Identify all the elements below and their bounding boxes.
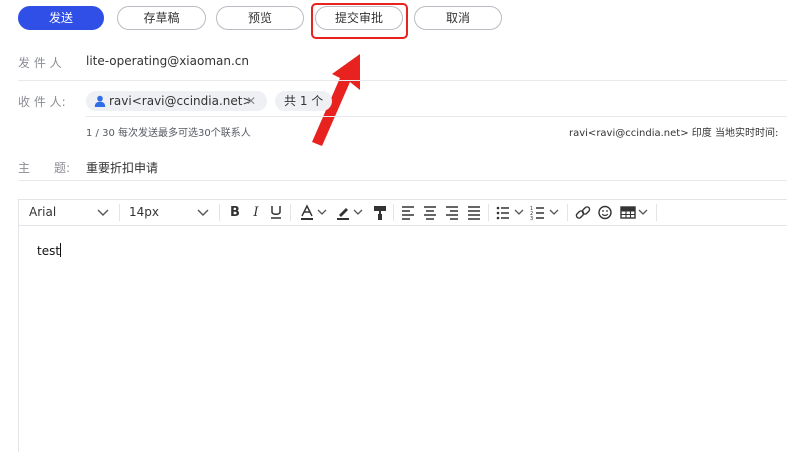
user-icon: [94, 95, 106, 107]
annotation-highlight-box: [311, 3, 408, 39]
emoji-icon[interactable]: [596, 204, 614, 221]
sender-address[interactable]: lite-operating@xiaoman.cn: [86, 54, 249, 68]
table-icon[interactable]: [619, 204, 651, 221]
editor-text-line: test: [37, 243, 62, 258]
subject-input[interactable]: 重要折扣申请: [86, 159, 158, 176]
toolbar-divider: [119, 204, 120, 221]
divider: [86, 116, 787, 117]
svg-text:3: 3: [530, 216, 533, 221]
toolbar-divider: [290, 204, 291, 221]
align-right-icon[interactable]: [443, 204, 461, 221]
editor-body[interactable]: test: [18, 226, 787, 452]
toolbar-divider: [567, 204, 568, 221]
editor-toolbar: Arial 14px B I 123: [18, 199, 787, 226]
text-color-icon[interactable]: [299, 204, 329, 221]
italic-icon[interactable]: I: [247, 204, 265, 221]
toolbar-divider: [656, 204, 657, 221]
font-size-value: 14px: [129, 205, 159, 219]
font-size-select[interactable]: 14px: [129, 200, 215, 225]
font-family-value: Arial: [29, 205, 57, 219]
bulleted-list-icon[interactable]: [495, 204, 527, 221]
recipient-count-chip[interactable]: 共 1 个: [275, 91, 332, 111]
editor-text: test: [37, 244, 61, 258]
recipient-limit-note: 1 / 30 每次发送最多可选30个联系人: [86, 128, 251, 139]
save-draft-button[interactable]: 存草稿: [117, 6, 206, 30]
chevron-down-icon: [97, 209, 109, 216]
toolbar-divider: [219, 204, 220, 221]
bold-icon[interactable]: B: [226, 204, 244, 221]
text-caret: [60, 243, 62, 257]
sender-label: 发 件 人: [18, 56, 62, 70]
underline-icon[interactable]: [267, 204, 285, 221]
align-center-icon[interactable]: [421, 204, 439, 221]
align-justify-icon[interactable]: [465, 204, 483, 221]
chevron-down-icon: [197, 209, 209, 216]
toolbar-divider: [393, 204, 394, 221]
send-button[interactable]: 发送: [18, 6, 104, 30]
recipient-local-time-note: ravi<ravi@ccindia.net> 印度 当地实时时间:: [569, 128, 779, 139]
link-icon[interactable]: [574, 204, 592, 221]
toolbar-divider: [488, 204, 489, 221]
recipient-chip[interactable]: ravi<ravi@ccindia.net> ✕: [86, 91, 267, 111]
remove-recipient-icon[interactable]: ✕: [246, 91, 256, 111]
preview-button[interactable]: 预览: [216, 6, 304, 30]
divider: [18, 180, 787, 181]
recipient-label: 收 件 人:: [18, 95, 66, 109]
cancel-button[interactable]: 取消: [414, 6, 502, 30]
font-family-select[interactable]: Arial: [29, 200, 115, 225]
recipient-chip-label: ravi<ravi@ccindia.net>: [109, 94, 253, 108]
highlight-color-icon[interactable]: [335, 204, 365, 221]
align-left-icon[interactable]: [399, 204, 417, 221]
format-painter-icon[interactable]: [371, 204, 389, 221]
divider: [18, 80, 787, 81]
numbered-list-icon[interactable]: 123: [530, 204, 562, 221]
subject-label: 主 题:: [18, 161, 71, 175]
